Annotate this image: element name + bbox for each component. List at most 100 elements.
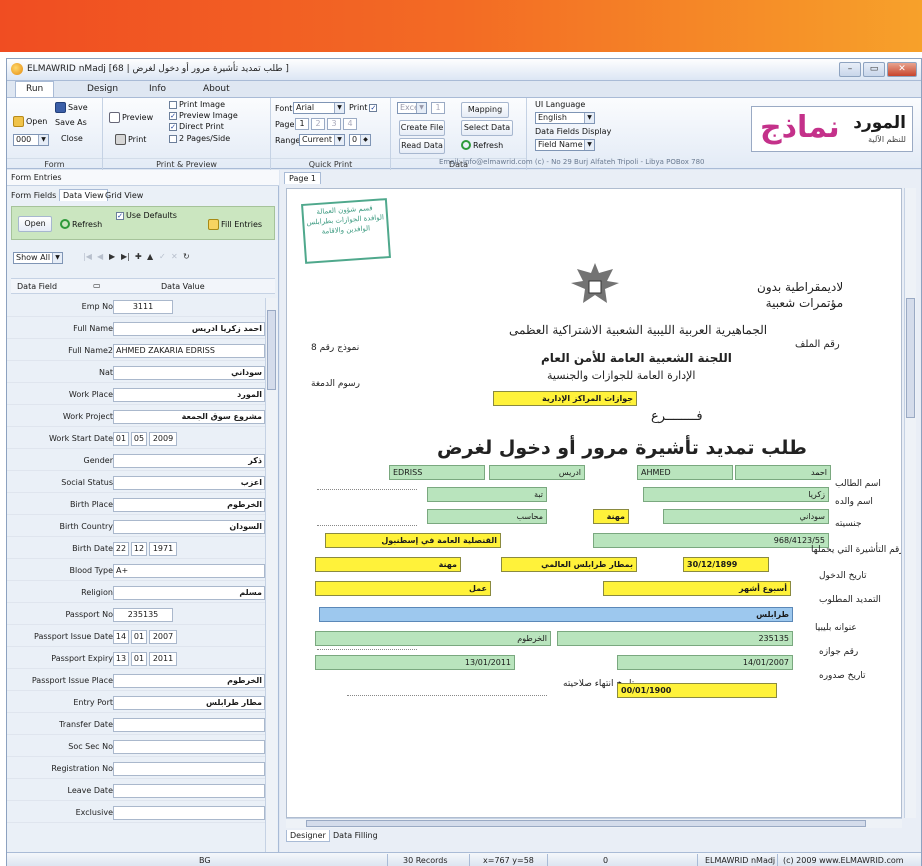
scroll-thumb[interactable]: [306, 820, 866, 827]
filter-select[interactable]: Show All ▼: [13, 252, 63, 264]
excel-select[interactable]: Excel ▼: [397, 102, 427, 114]
two-pages-option[interactable]: 2 Pages/Side: [169, 134, 230, 143]
field-value-input[interactable]: اعزب: [113, 476, 265, 490]
add-record-icon[interactable]: ✚: [135, 252, 142, 261]
field-value-input[interactable]: ذكر: [113, 454, 265, 468]
cell-entry-label[interactable]: مهنة: [315, 557, 461, 572]
cell-nationality[interactable]: سوداني: [663, 509, 829, 524]
close-window-button[interactable]: ✕: [887, 62, 917, 77]
tab-data-view[interactable]: Data View: [59, 189, 108, 201]
field-value-input[interactable]: مطار طرابلس: [113, 696, 265, 710]
last-record-icon[interactable]: ▶|: [121, 252, 130, 261]
date-part[interactable]: 22: [113, 542, 129, 556]
print-button[interactable]: Print: [115, 134, 146, 145]
preview-image-option[interactable]: ✓ Preview Image: [169, 111, 238, 120]
canvas-horizontal-scrollbar[interactable]: [286, 818, 902, 828]
date-part[interactable]: 2009: [149, 432, 177, 446]
field-date-input[interactable]: 13 01 2011: [113, 652, 265, 666]
print-image-option[interactable]: Print Image: [169, 100, 225, 109]
tab-run[interactable]: Run: [15, 81, 55, 97]
date-part[interactable]: 05: [131, 432, 147, 446]
field-date-input[interactable]: 22 12 1971: [113, 542, 265, 556]
select-data-button[interactable]: Select Data: [461, 120, 513, 136]
close-form-button[interactable]: Close: [61, 134, 83, 143]
fill-entries-button[interactable]: Fill Entries: [208, 219, 262, 230]
next-record-icon[interactable]: ▶: [109, 252, 115, 261]
open-entries-button[interactable]: Open: [18, 216, 52, 232]
refresh-data-button[interactable]: Refresh: [461, 140, 503, 150]
range-spinner[interactable]: 0 ◆: [349, 134, 371, 146]
date-part[interactable]: 2011: [149, 652, 177, 666]
cell-passport-no[interactable]: 235135: [557, 631, 793, 646]
branch-value[interactable]: جوازات المراكز الإدارية: [493, 391, 637, 406]
save-as-button[interactable]: Save As: [55, 118, 87, 127]
print-toggle[interactable]: Print ✓: [349, 103, 378, 112]
cell-issue-place[interactable]: الخرطوم: [315, 631, 551, 646]
field-value-input[interactable]: مسلم: [113, 586, 265, 600]
field-value-input[interactable]: الخرطوم: [113, 498, 265, 512]
date-part[interactable]: 01: [131, 630, 147, 644]
field-value-input[interactable]: [113, 740, 265, 754]
date-part[interactable]: 14: [113, 630, 129, 644]
cell-father[interactable]: زكريا: [643, 487, 829, 502]
cell-last-row[interactable]: 00/01/1900: [617, 683, 777, 698]
excel-sheet-box[interactable]: 1: [431, 102, 445, 114]
cell-name-ar-last[interactable]: ادريس: [489, 465, 585, 480]
cell-visa-office[interactable]: القنصلية العامة في إسطنبول: [325, 533, 501, 548]
tab-designer[interactable]: Designer: [286, 830, 330, 842]
field-value-input[interactable]: [113, 718, 265, 732]
page-2-box[interactable]: 2: [311, 118, 325, 130]
page-3-box[interactable]: 3: [327, 118, 341, 130]
field-value-input[interactable]: 235135: [113, 608, 173, 622]
cell-entry-date[interactable]: 30/12/1899: [683, 557, 769, 572]
cell-libya-address[interactable]: طرابلس: [319, 607, 793, 622]
read-data-button[interactable]: Read Data: [399, 138, 445, 154]
field-value-input[interactable]: مشروع سوق الجمعة: [113, 410, 265, 424]
cell-name-ar-first[interactable]: احمد: [735, 465, 831, 480]
form-canvas[interactable]: قسم شؤون العمالة الوافدة الجوازات بطرابل…: [286, 188, 902, 818]
cell-name-en-last[interactable]: EDRISS: [389, 465, 485, 480]
fields-scrollbar[interactable]: [265, 298, 277, 852]
ui-language-select[interactable]: English ▼: [535, 112, 595, 124]
clipboard-icon[interactable]: ▭: [93, 281, 101, 290]
first-record-icon[interactable]: |◀: [83, 252, 92, 261]
open-button[interactable]: Open: [13, 116, 47, 127]
field-value-input[interactable]: A+: [113, 564, 265, 578]
tab-info[interactable]: Info: [149, 84, 166, 94]
cell-name-en-first[interactable]: AHMED: [637, 465, 733, 480]
fields-display-select[interactable]: Field Name ▼: [535, 139, 595, 151]
confirm-icon[interactable]: ✓: [159, 252, 166, 261]
tab-design[interactable]: Design: [87, 84, 118, 94]
use-defaults-checkbox[interactable]: ✓ Use Defaults: [116, 211, 177, 220]
field-value-input[interactable]: احمد زكريا ادريس: [113, 322, 265, 336]
scroll-thumb[interactable]: [267, 310, 276, 390]
cell-father-a[interactable]: تبة: [427, 487, 547, 502]
field-value-input[interactable]: السودان: [113, 520, 265, 534]
date-part[interactable]: 2007: [149, 630, 177, 644]
reload-icon[interactable]: ↻: [183, 252, 190, 261]
cell-issue-date[interactable]: 14/01/2007: [617, 655, 793, 670]
field-date-input[interactable]: 14 01 2007: [113, 630, 265, 644]
preview-button[interactable]: Preview: [109, 112, 153, 123]
minimize-button[interactable]: –: [839, 62, 861, 77]
field-value-input[interactable]: سوداني: [113, 366, 265, 380]
field-value-input[interactable]: المورد: [113, 388, 265, 402]
font-select[interactable]: Arial ▼: [293, 102, 345, 114]
cell-purpose[interactable]: عمل: [315, 581, 491, 596]
date-part[interactable]: 1971: [149, 542, 177, 556]
date-part[interactable]: 12: [131, 542, 147, 556]
field-date-input[interactable]: 01 05 2009: [113, 432, 265, 446]
prev-record-icon[interactable]: ◀: [97, 252, 103, 261]
mapping-button[interactable]: Mapping: [461, 102, 509, 118]
field-value-input[interactable]: 3111: [113, 300, 173, 314]
cell-expiry[interactable]: 13/01/2011: [315, 655, 515, 670]
field-value-input[interactable]: الخرطوم: [113, 674, 265, 688]
field-value-input[interactable]: AHMED ZAKARIA EDRISS: [113, 344, 265, 358]
canvas-vertical-scrollbar[interactable]: [904, 188, 916, 818]
maximize-button[interactable]: ▭: [863, 62, 885, 77]
refresh-entries-button[interactable]: Refresh: [60, 219, 102, 229]
cell-profession-label[interactable]: مهنة: [593, 509, 629, 524]
field-value-input[interactable]: [113, 762, 265, 776]
cell-extension-period[interactable]: أسبوع أشهر: [603, 581, 791, 596]
cancel-icon[interactable]: ✕: [171, 252, 178, 261]
